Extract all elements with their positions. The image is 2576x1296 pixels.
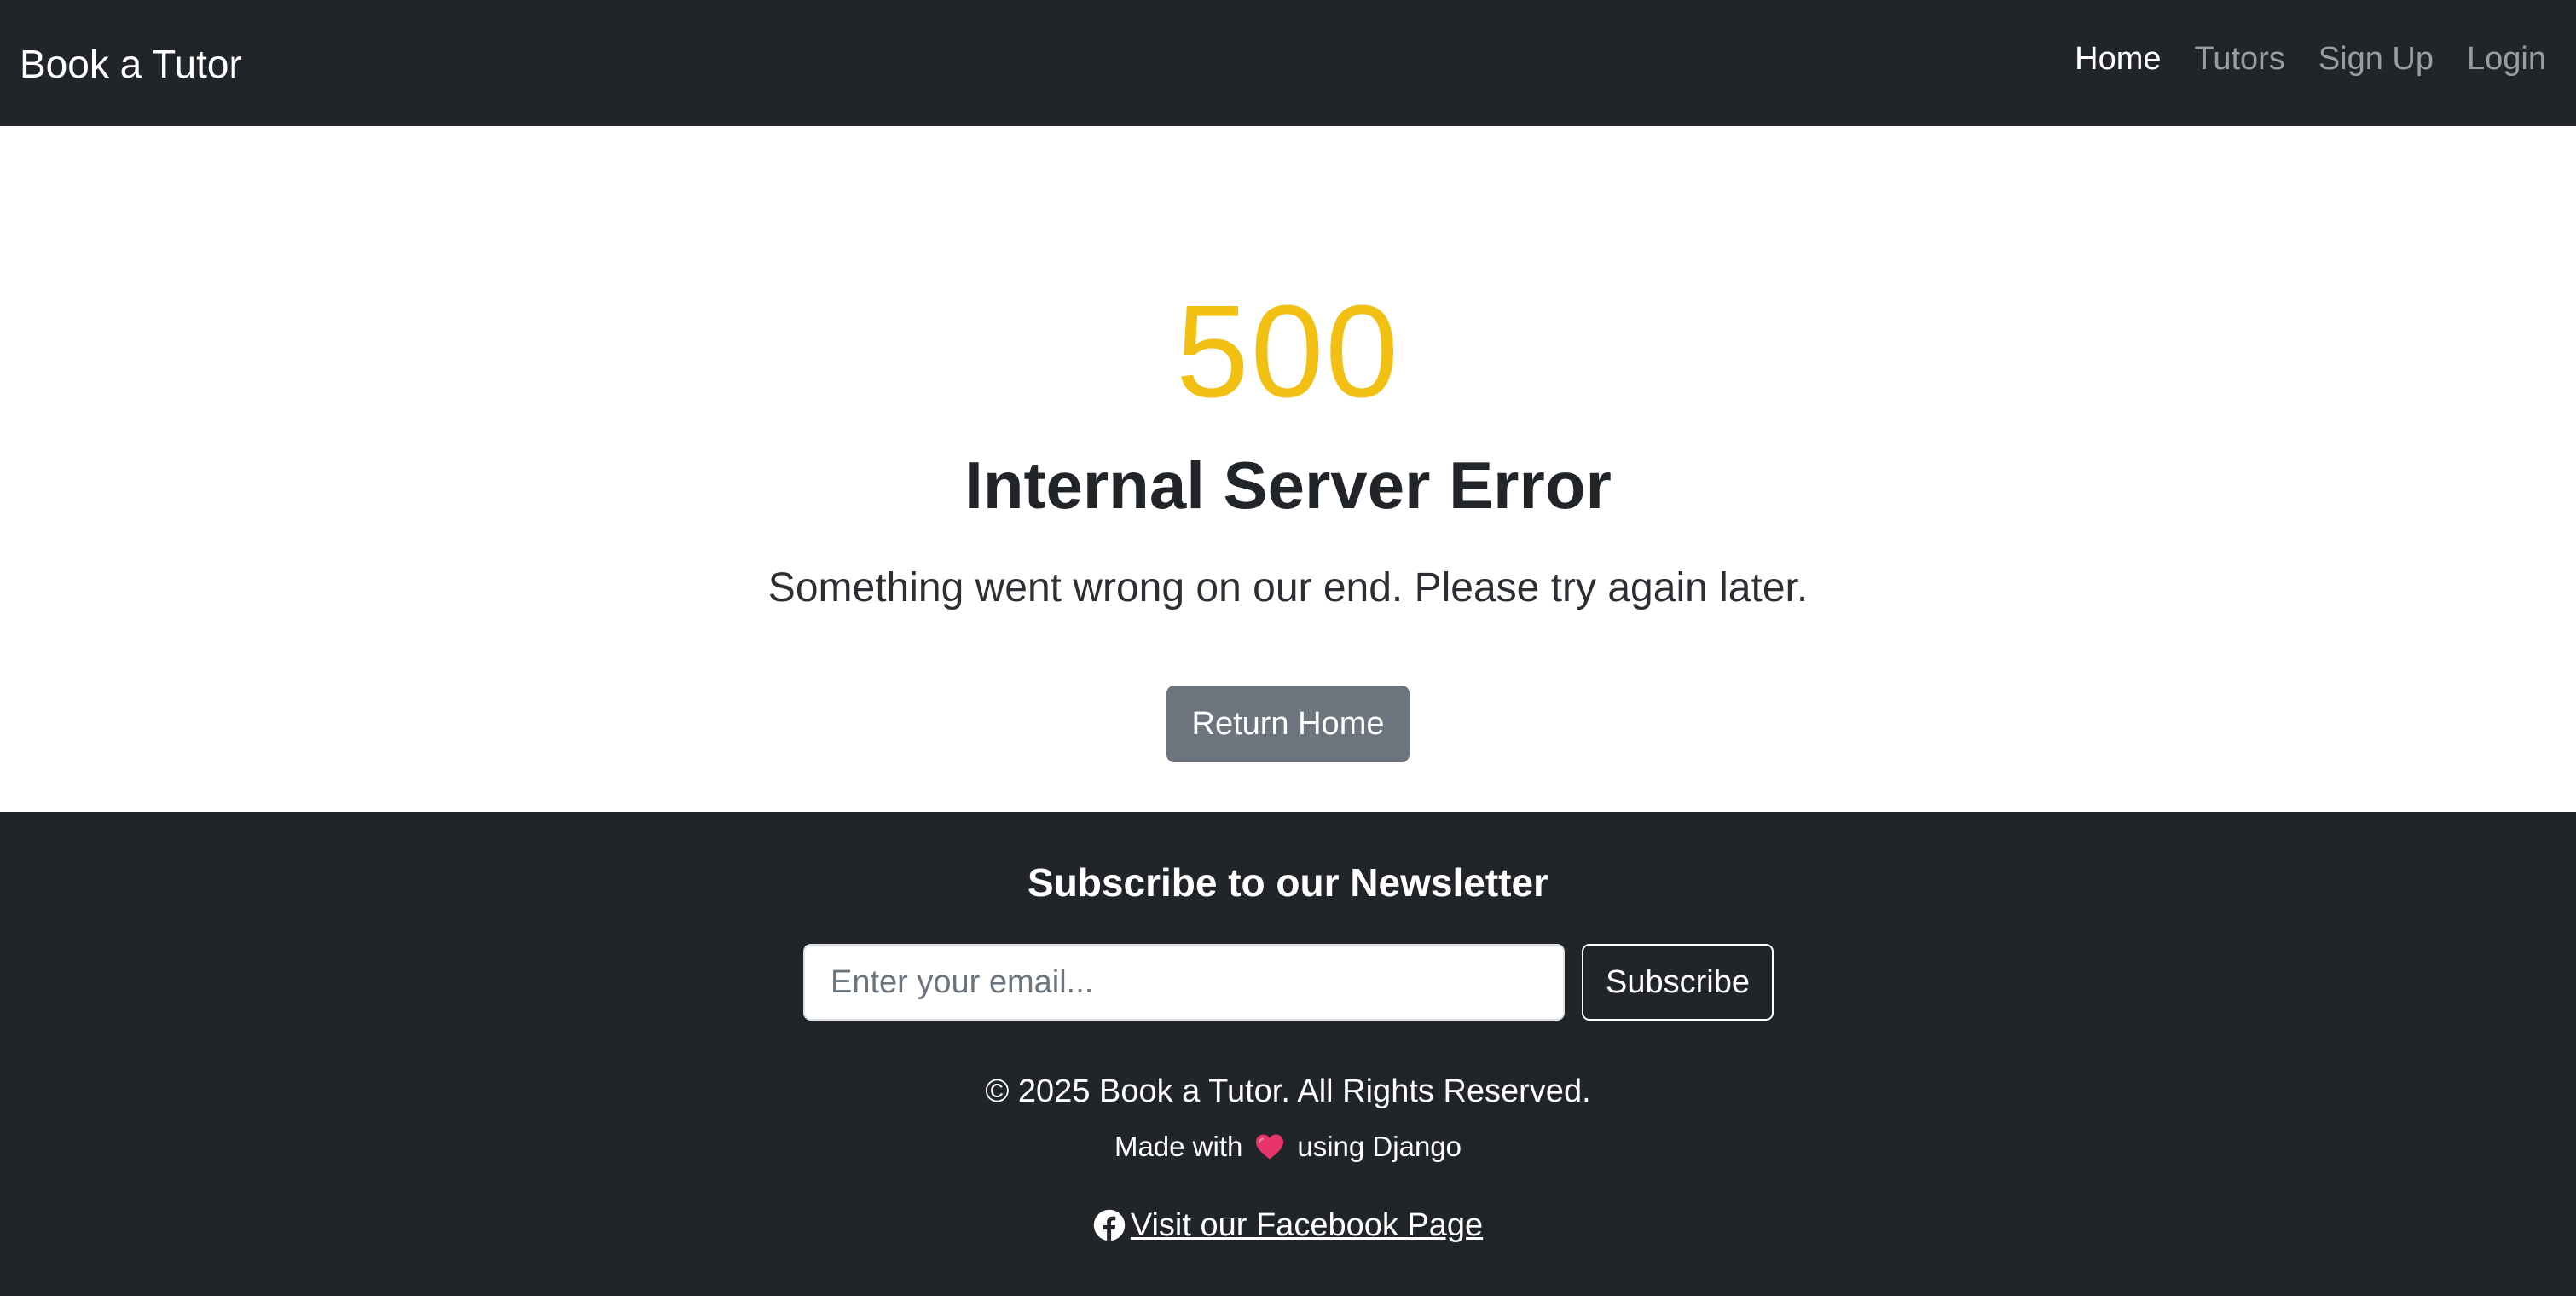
nav-links: Home Tutors Sign Up Login: [2041, 41, 2556, 78]
nav-link-home[interactable]: Home: [2075, 41, 2161, 78]
error-code: 500: [1176, 278, 1400, 425]
brand-link[interactable]: Book a Tutor: [20, 41, 242, 87]
footer: Subscribe to our Newsletter Subscribe © …: [0, 812, 2576, 1296]
made-with-line: Made with using Django: [0, 1132, 2576, 1160]
facebook-link-row: Visit our Facebook Page: [0, 1209, 2576, 1241]
subscribe-button[interactable]: Subscribe: [1582, 944, 1774, 1021]
error-title: Internal Server Error: [964, 448, 1612, 523]
facebook-link[interactable]: Visit our Facebook Page: [1093, 1209, 1483, 1241]
newsletter-email-input[interactable]: [803, 944, 1565, 1021]
facebook-link-label: Visit our Facebook Page: [1130, 1207, 1484, 1243]
facebook-icon: [1093, 1209, 1126, 1241]
made-with-suffix: using Django: [1297, 1131, 1462, 1162]
error-section: 500 Internal Server Error Something went…: [0, 126, 2576, 812]
made-with-prefix: Made with: [1114, 1131, 1243, 1162]
nav-link-tutors[interactable]: Tutors: [2195, 41, 2285, 78]
nav-link-sign-up[interactable]: Sign Up: [2318, 41, 2434, 78]
return-home-button[interactable]: Return Home: [1166, 686, 1410, 762]
error-message: Something went wrong on our end. Please …: [767, 565, 1809, 610]
heart-icon: [1254, 1133, 1285, 1160]
nav-link-login[interactable]: Login: [2467, 41, 2546, 78]
copyright-text: © 2025 Book a Tutor. All Rights Reserved…: [985, 1073, 1591, 1109]
navbar: Book a Tutor Home Tutors Sign Up Login: [0, 0, 2576, 126]
newsletter-title: Subscribe to our Newsletter: [1028, 860, 1548, 905]
